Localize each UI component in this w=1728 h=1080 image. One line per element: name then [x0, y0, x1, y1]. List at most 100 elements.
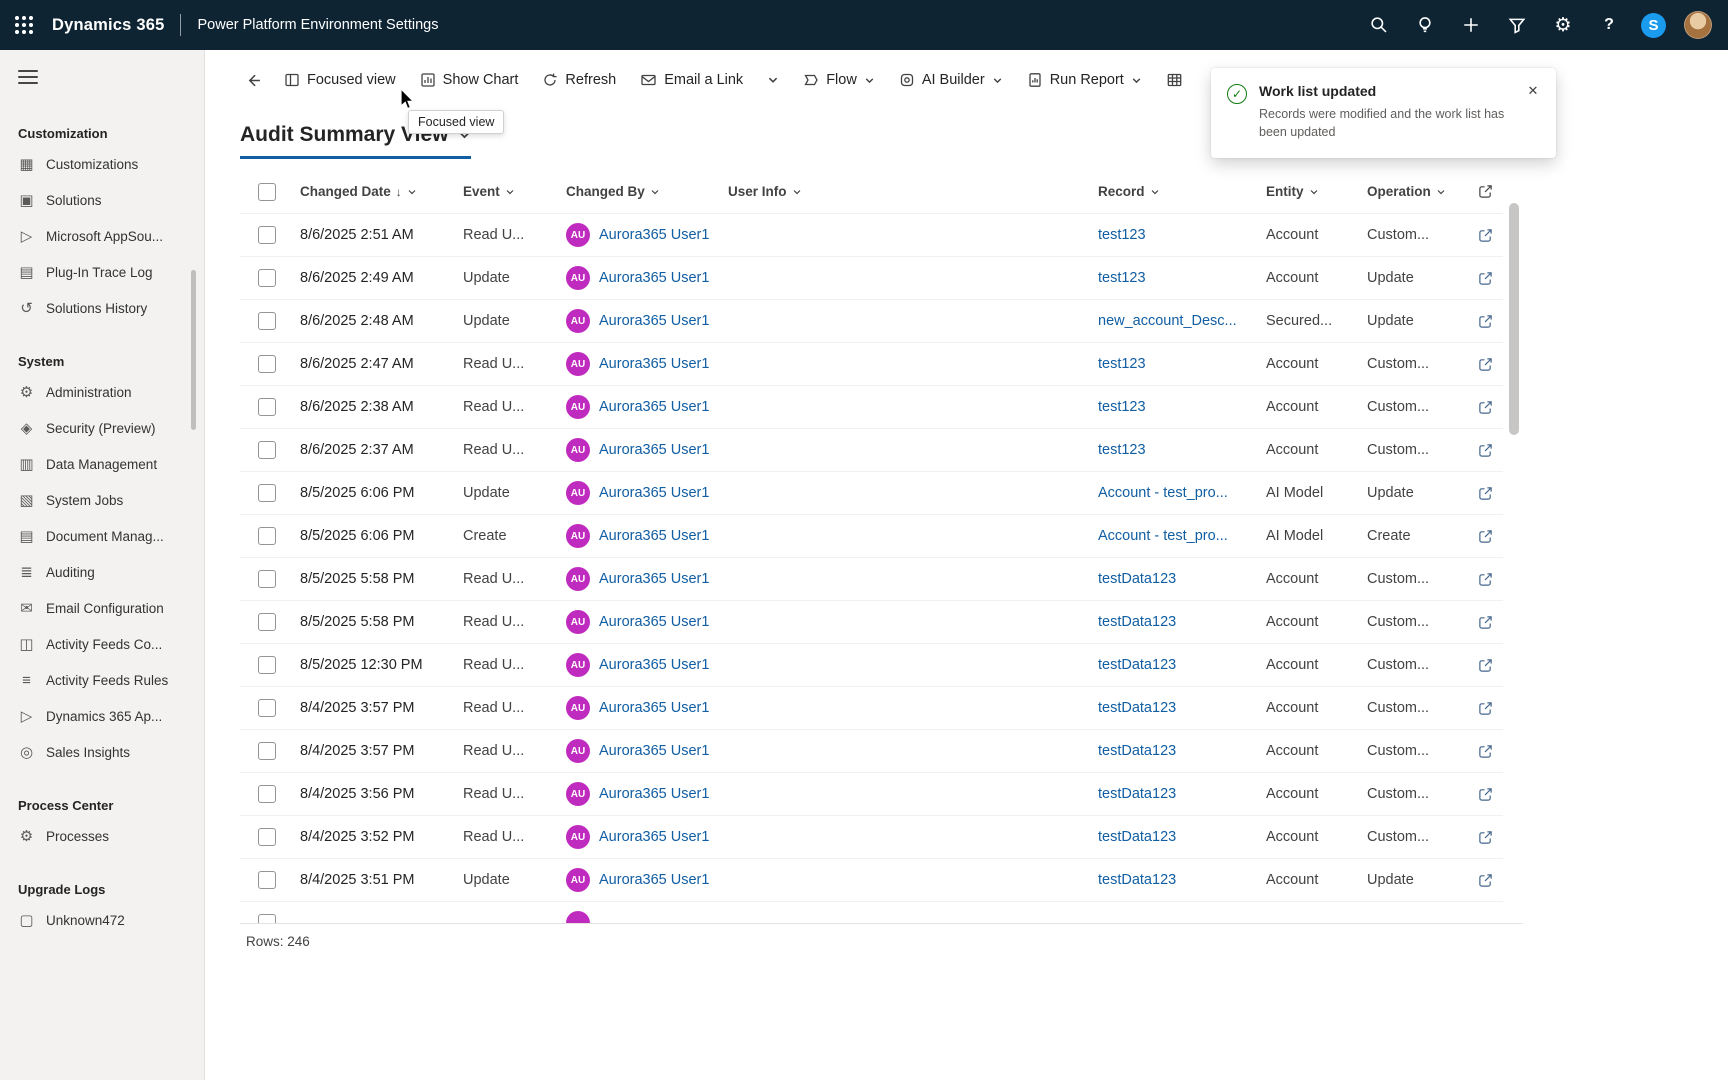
changed-by-link[interactable]: Aurora365 User1: [599, 829, 709, 845]
changed-by-link[interactable]: Aurora365 User1: [599, 270, 709, 286]
table-row[interactable]: 8/4/2025 3:57 PMRead U...AUAurora365 Use…: [240, 687, 1503, 730]
column-header-event[interactable]: Event: [463, 170, 566, 213]
sidebar-item-email-configuration[interactable]: ✉Email Configuration: [18, 590, 204, 626]
skype-icon[interactable]: S: [1641, 13, 1666, 38]
table-row[interactable]: 8/4/2025 3:57 PMRead U...AUAurora365 Use…: [240, 730, 1503, 773]
sidebar-item-solutions[interactable]: ▣Solutions: [18, 182, 204, 218]
sidebar-item-activity-feeds-co[interactable]: ◫Activity Feeds Co...: [18, 626, 204, 662]
sidebar-item-administration[interactable]: ⚙Administration: [18, 374, 204, 410]
open-record-icon[interactable]: [1478, 830, 1493, 845]
row-checkbox[interactable]: [258, 871, 276, 889]
sidebar-item-activity-feeds-rules[interactable]: ≡Activity Feeds Rules: [18, 662, 204, 698]
open-record-icon[interactable]: [1478, 658, 1493, 673]
sidebar-item-document-manag[interactable]: ▤Document Manag...: [18, 518, 204, 554]
record-link[interactable]: test123: [1098, 270, 1146, 286]
record-link[interactable]: testData123: [1098, 614, 1176, 630]
row-checkbox[interactable]: [258, 785, 276, 803]
grid-scrollbar-thumb[interactable]: [1509, 203, 1519, 435]
flow-button[interactable]: Flow: [792, 62, 886, 98]
sidebar-item-security-preview[interactable]: ◈Security (Preview): [18, 410, 204, 446]
row-checkbox[interactable]: [258, 742, 276, 760]
row-checkbox[interactable]: [258, 398, 276, 416]
search-icon[interactable]: [1365, 11, 1393, 39]
row-checkbox[interactable]: [258, 484, 276, 502]
open-record-icon[interactable]: [1478, 701, 1493, 716]
sidebar-item-solutions-history[interactable]: ↺Solutions History: [18, 290, 204, 326]
row-checkbox[interactable]: [258, 355, 276, 373]
help-icon[interactable]: ?: [1595, 11, 1623, 39]
row-checkbox[interactable]: [258, 699, 276, 717]
sidebar-item-plug-in-trace-log[interactable]: ▤Plug-In Trace Log: [18, 254, 204, 290]
table-row[interactable]: 8/5/2025 12:30 PMRead U...AUAurora365 Us…: [240, 644, 1503, 687]
record-link[interactable]: testData123: [1098, 743, 1176, 759]
sidebar-item-data-management[interactable]: ▥Data Management: [18, 446, 204, 482]
sidebar-item-customizations[interactable]: ▦Customizations: [18, 146, 204, 182]
gear-icon[interactable]: ⚙: [1549, 11, 1577, 39]
open-record-icon[interactable]: [1478, 400, 1493, 415]
row-checkbox[interactable]: [258, 527, 276, 545]
open-record-icon[interactable]: [1478, 228, 1493, 243]
table-row[interactable]: [240, 902, 1503, 923]
table-row[interactable]: 8/6/2025 2:48 AMUpdateAUAurora365 User1n…: [240, 300, 1503, 343]
changed-by-link[interactable]: Aurora365 User1: [599, 485, 709, 501]
open-record-icon[interactable]: [1478, 271, 1493, 286]
table-row[interactable]: 8/5/2025 6:06 PMCreateAUAurora365 User1A…: [240, 515, 1503, 558]
row-checkbox[interactable]: [258, 656, 276, 674]
changed-by-link[interactable]: Aurora365 User1: [599, 442, 709, 458]
table-row[interactable]: 8/6/2025 2:47 AMRead U...AUAurora365 Use…: [240, 343, 1503, 386]
changed-by-link[interactable]: Aurora365 User1: [599, 872, 709, 888]
sidebar-item-processes[interactable]: ⚙Processes: [18, 818, 204, 854]
user-avatar[interactable]: [1684, 11, 1712, 39]
changed-by-link[interactable]: Aurora365 User1: [599, 743, 709, 759]
changed-by-link[interactable]: Aurora365 User1: [599, 227, 709, 243]
row-checkbox[interactable]: [258, 828, 276, 846]
add-icon[interactable]: [1457, 11, 1485, 39]
row-checkbox[interactable]: [258, 226, 276, 244]
record-link[interactable]: test123: [1098, 356, 1146, 372]
run-report-button[interactable]: Run Report: [1016, 62, 1153, 98]
row-checkbox[interactable]: [258, 613, 276, 631]
column-header-entity[interactable]: Entity: [1266, 170, 1367, 213]
table-row[interactable]: 8/4/2025 3:56 PMRead U...AUAurora365 Use…: [240, 773, 1503, 816]
changed-by-link[interactable]: Aurora365 User1: [599, 356, 709, 372]
app-title[interactable]: Dynamics 365: [52, 16, 164, 35]
record-link[interactable]: testData123: [1098, 657, 1176, 673]
record-link[interactable]: testData123: [1098, 700, 1176, 716]
table-row[interactable]: 8/4/2025 3:51 PMUpdateAUAurora365 User1t…: [240, 859, 1503, 902]
export-to-excel-button[interactable]: [1155, 62, 1194, 98]
record-link[interactable]: testData123: [1098, 571, 1176, 587]
overflow-menu-button[interactable]: [756, 62, 790, 98]
sidebar-item-microsoft-appsou[interactable]: ▷Microsoft AppSou...: [18, 218, 204, 254]
open-record-icon[interactable]: [1478, 572, 1493, 587]
changed-by-link[interactable]: Aurora365 User1: [599, 786, 709, 802]
show-chart-button[interactable]: Show Chart: [409, 62, 530, 98]
changed-by-link[interactable]: Aurora365 User1: [599, 528, 709, 544]
filter-icon[interactable]: [1503, 11, 1531, 39]
sidebar-item-unknown472[interactable]: ▢Unknown472: [18, 902, 204, 938]
open-record-icon[interactable]: [1478, 443, 1493, 458]
row-checkbox[interactable]: [258, 269, 276, 287]
table-row[interactable]: 8/5/2025 5:58 PMRead U...AUAurora365 Use…: [240, 558, 1503, 601]
record-link[interactable]: Account - test_pro...: [1098, 485, 1228, 501]
column-header-changed-by[interactable]: Changed By: [566, 170, 728, 213]
table-row[interactable]: 8/6/2025 2:49 AMUpdateAUAurora365 User1t…: [240, 257, 1503, 300]
record-link[interactable]: new_account_Desc...: [1098, 313, 1237, 329]
open-record-icon[interactable]: [1478, 615, 1493, 630]
lightbulb-icon[interactable]: [1411, 11, 1439, 39]
changed-by-link[interactable]: Aurora365 User1: [599, 399, 709, 415]
sidebar-item-dynamics-365-ap[interactable]: ▷Dynamics 365 Ap...: [18, 698, 204, 734]
record-link[interactable]: Account - test_pro...: [1098, 528, 1228, 544]
focused-view-button[interactable]: Focused view: [273, 62, 407, 98]
open-record-icon[interactable]: [1478, 744, 1493, 759]
sidebar-item-system-jobs[interactable]: ▧System Jobs: [18, 482, 204, 518]
changed-by-link[interactable]: Aurora365 User1: [599, 657, 709, 673]
back-button[interactable]: [236, 62, 271, 98]
record-link[interactable]: test123: [1098, 399, 1146, 415]
changed-by-link[interactable]: Aurora365 User1: [599, 313, 709, 329]
changed-by-link[interactable]: Aurora365 User1: [599, 700, 709, 716]
table-row[interactable]: 8/6/2025 2:51 AMRead U...AUAurora365 Use…: [240, 214, 1503, 257]
sidebar-scrollbar[interactable]: [191, 270, 196, 430]
column-header-operation[interactable]: Operation: [1367, 170, 1467, 213]
table-row[interactable]: 8/5/2025 6:06 PMUpdateAUAurora365 User1A…: [240, 472, 1503, 515]
table-row[interactable]: 8/5/2025 5:58 PMRead U...AUAurora365 Use…: [240, 601, 1503, 644]
